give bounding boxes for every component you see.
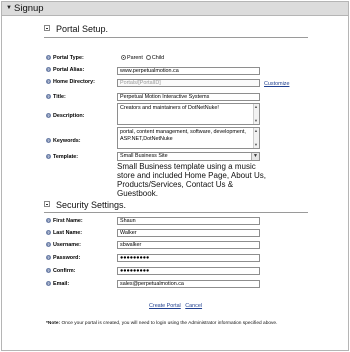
confirm-label: ? Confirm: (46, 268, 76, 274)
triangle-down-icon[interactable]: ▼ (6, 5, 12, 11)
create-portal-link[interactable]: Create Portal (149, 303, 181, 309)
child-radio[interactable] (145, 55, 151, 61)
help-icon[interactable]: ? (46, 55, 51, 61)
home-directory-input[interactable]: Portals/[PortalID] (117, 79, 260, 87)
customize-link[interactable]: Customize (264, 81, 289, 87)
description-label: ? Description: (46, 113, 85, 119)
help-icon[interactable]: ? (46, 268, 51, 274)
username-input[interactable]: sbwalker (117, 241, 260, 249)
section-divider (44, 37, 308, 38)
collapse-minus-icon[interactable] (44, 201, 50, 207)
help-icon[interactable]: ? (46, 67, 51, 73)
scrollbar[interactable] (253, 128, 259, 148)
confirm-input[interactable]: ●●●●●●●●● (117, 267, 260, 275)
help-icon[interactable]: ? (46, 79, 51, 85)
help-icon[interactable]: ? (46, 154, 51, 160)
panel-title: Signup (14, 3, 44, 14)
panel-titlebar[interactable]: ▼ Signup (2, 2, 348, 16)
title-label: ? Title: (46, 94, 66, 100)
security-settings-header[interactable]: Security Settings. (44, 200, 126, 212)
section-divider (44, 212, 308, 213)
template-select[interactable]: Small Business Site ▼ (117, 152, 260, 161)
portal-alias-label: ? Portal Alias: (46, 67, 85, 73)
email-input[interactable]: sales@perpetualmotion.ca (117, 280, 260, 288)
help-icon[interactable]: ? (46, 230, 51, 236)
portal-setup-title: Portal Setup. (56, 24, 109, 34)
password-label: ? Password: (46, 255, 81, 261)
username-label: ? Username: (46, 242, 81, 248)
template-description: Small Business template using a music st… (117, 162, 266, 198)
admin-note: *Note: Once your portal is created, you … (46, 321, 316, 326)
first-name-label: ? First Name: (46, 218, 83, 224)
help-icon[interactable]: ? (46, 94, 51, 100)
email-label: ? Email: (46, 281, 70, 287)
help-icon[interactable]: ? (46, 281, 51, 287)
help-icon[interactable]: ? (46, 242, 51, 248)
scrollbar[interactable] (253, 104, 259, 124)
note-text: Once your portal is created, you will ne… (60, 321, 278, 326)
password-input[interactable]: ●●●●●●●●● (117, 254, 260, 262)
collapse-minus-icon[interactable] (44, 25, 50, 31)
cancel-link[interactable]: Cancel (185, 303, 202, 309)
first-name-input[interactable]: Shaun (117, 217, 260, 225)
help-icon[interactable]: ? (46, 255, 51, 261)
form-actions: Create Portal Cancel (149, 303, 202, 309)
title-input[interactable]: Perpetual Motion Interactive Systems (117, 93, 260, 101)
parent-radio[interactable] (121, 55, 126, 61)
help-icon[interactable]: ? (46, 138, 51, 144)
note-prefix: *Note: (46, 321, 61, 326)
chevron-down-icon[interactable]: ▼ (251, 153, 259, 160)
help-icon[interactable]: ? (46, 113, 51, 119)
last-name-label: ? Last Name: (46, 230, 83, 236)
template-label: ? Template: (46, 154, 79, 160)
security-settings-title: Security Settings. (56, 200, 127, 210)
portal-type-label: ? Portal Type: (46, 55, 84, 61)
portal-alias-input[interactable]: www.perpetualmotion.ca (117, 67, 260, 75)
home-directory-label: ? Home Directory: (46, 79, 95, 85)
keywords-label: ? Keywords: (46, 138, 81, 144)
description-textarea[interactable]: Creators and maintainers of DotNetNuke! (117, 103, 260, 125)
last-name-input[interactable]: Walker (117, 229, 260, 237)
portal-setup-header[interactable]: Portal Setup. (44, 24, 108, 36)
portal-type-options: Parent Child (121, 55, 164, 64)
keywords-textarea[interactable]: portal, content management, software, de… (117, 127, 260, 149)
help-icon[interactable]: ? (46, 218, 51, 224)
